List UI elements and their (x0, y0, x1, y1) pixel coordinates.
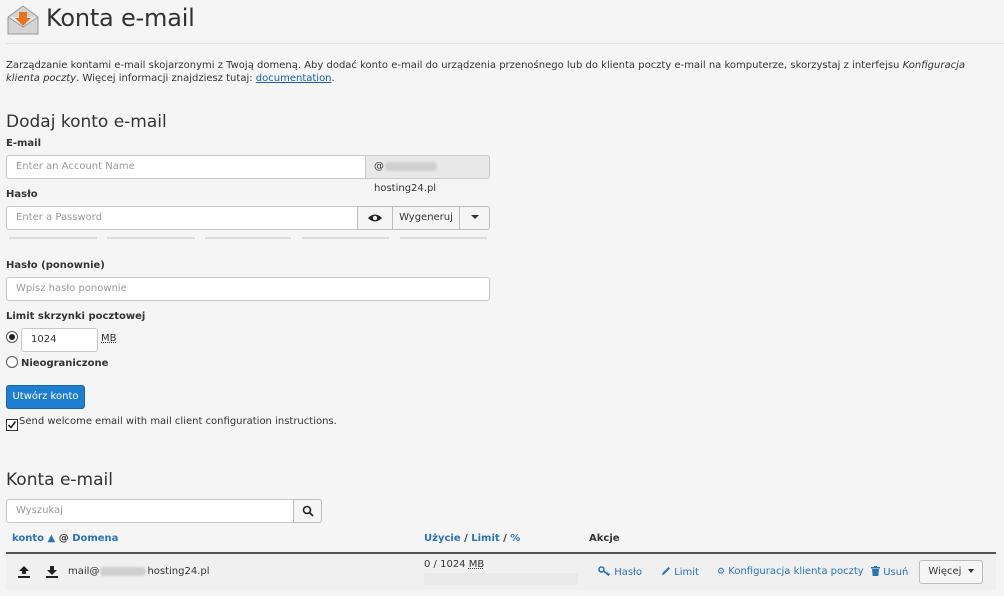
usage-progress-bar (424, 573, 578, 585)
domain-suffix: hosting24.pl (374, 183, 437, 194)
domain-addon: @ hosting24.pl (365, 155, 490, 194)
col-domain-label[interactable]: Domena (72, 533, 118, 544)
password-action-label[interactable]: Hasło (614, 567, 642, 578)
email-suffix: hosting24.pl (147, 566, 210, 577)
pencil-icon (662, 567, 670, 575)
search-input[interactable]: Wyszukaj (6, 499, 294, 523)
delete-action-label[interactable]: Usuń (883, 567, 908, 578)
password-input[interactable]: Enter a Password (6, 206, 358, 230)
column-header-account[interactable]: konto ▲ @ Domena (12, 533, 118, 544)
change-limit-action[interactable]: Limit (661, 566, 699, 578)
more-actions-dropdown[interactable]: Więcej (919, 560, 983, 584)
page-description: Zarządzanie kontami e-mail skojarzonymi … (6, 59, 998, 85)
welcome-email-checkbox[interactable] (6, 419, 18, 431)
check-icon (7, 421, 17, 429)
quota-unlimited-radio[interactable] (6, 356, 18, 368)
usage-value: 0 / 1024 (424, 559, 466, 570)
header-divider (6, 43, 1004, 44)
delete-action[interactable]: Usuń (871, 566, 908, 578)
strength-meter-segment (107, 237, 195, 239)
caret-down-icon (470, 215, 479, 219)
description-text-2: . Więcej informacji znajdziesz tutaj: (76, 73, 256, 84)
usage-unit: MB (468, 559, 485, 570)
domain-at: @ (374, 161, 384, 172)
quota-input[interactable]: 1024 (21, 328, 98, 352)
redacted-domain (385, 161, 437, 171)
strength-meter-segment (302, 237, 389, 239)
col-percent-label[interactable]: % (510, 533, 520, 544)
col-account-label[interactable]: konto (12, 533, 44, 544)
key-icon (598, 566, 611, 577)
strength-meter-segment (400, 237, 487, 239)
quota-label: Limit skrzynki pocztowej (6, 311, 146, 322)
col-at: @ (58, 533, 69, 544)
gear-icon: ⚙ (717, 567, 726, 577)
more-label: Więcej (928, 566, 962, 577)
col-sep: / (503, 533, 507, 544)
accounts-title: Konta e-mail (6, 470, 113, 490)
email-label: E-mail (6, 138, 42, 149)
col-usage-label[interactable]: Użycie (424, 533, 461, 544)
password-confirm-label: Hasło (ponownie) (6, 260, 105, 271)
download-icon[interactable] (46, 566, 58, 581)
create-account-button[interactable]: Utwórz konto (6, 385, 85, 409)
change-password-action[interactable]: Hasło (598, 566, 642, 578)
limit-action-label[interactable]: Limit (674, 567, 699, 578)
account-email: mail@ hosting24.pl (68, 566, 210, 577)
redacted-domain (100, 566, 147, 576)
email-prefix: mail@ (68, 566, 100, 577)
search-button[interactable] (293, 499, 322, 523)
description-text: Zarządzanie kontami e-mail skojarzonymi … (6, 60, 903, 71)
strength-meter-segment (205, 237, 291, 239)
usage-text: 0 / 1024 MB (424, 559, 484, 570)
documentation-link[interactable]: documentation (256, 73, 332, 84)
password-label: Hasło (6, 189, 38, 200)
password-confirm-input[interactable]: Wpisz hasło ponownie (6, 277, 490, 301)
description-end: . (331, 73, 335, 84)
caret-down-icon (967, 569, 974, 573)
quota-unit: MB (101, 333, 117, 344)
email-account-input[interactable]: Enter an Account Name (6, 155, 366, 179)
welcome-email-label: Send welcome email with mail client conf… (19, 416, 337, 427)
add-account-title: Dodaj konto e-mail (6, 112, 167, 132)
col-limit-label[interactable]: Limit (471, 533, 499, 544)
quota-limited-radio[interactable] (6, 331, 18, 343)
config-action-label[interactable]: Konfiguracja klienta poczty (728, 566, 863, 577)
generate-password-button[interactable]: Wygeneruj (392, 206, 460, 230)
strength-meter-segment (9, 237, 97, 239)
unlimited-label: Nieograniczone (21, 358, 109, 369)
eye-icon (368, 214, 382, 222)
sort-asc-icon: ▲ (47, 533, 56, 544)
search-icon (302, 505, 314, 517)
page-title: Konta e-mail (46, 4, 195, 32)
col-sep: / (464, 533, 468, 544)
upload-icon[interactable] (18, 566, 30, 581)
show-password-button[interactable] (357, 206, 393, 230)
email-envelope-icon (6, 5, 40, 35)
column-header-usage[interactable]: Użycie / Limit / % (424, 533, 520, 544)
client-config-action[interactable]: ⚙ Konfiguracja klienta poczty (717, 566, 864, 577)
trash-icon (871, 566, 880, 576)
column-header-actions: Akcje (589, 533, 620, 544)
generate-options-dropdown[interactable] (459, 206, 490, 230)
